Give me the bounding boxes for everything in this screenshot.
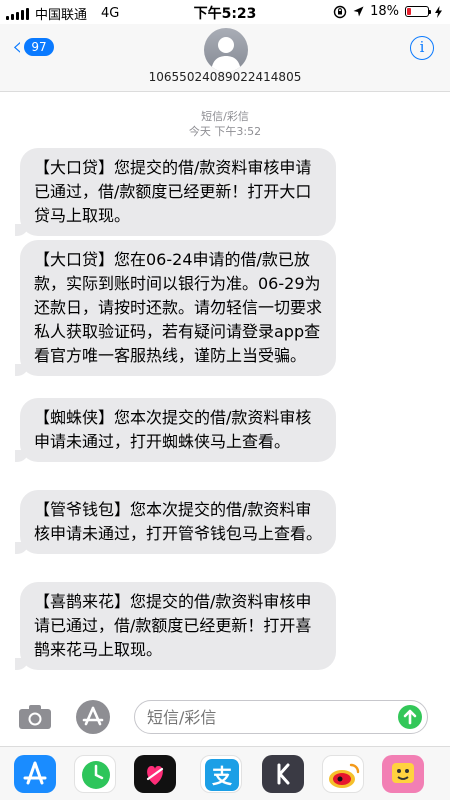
thread-timestamp: 今天 下午3:52 xyxy=(188,125,262,138)
message-bubble[interactable]: 【大口贷】您提交的借/款资料审核申请已通过，借/款额度已经更新！打开大口贷马上取… xyxy=(15,148,336,236)
bubble-tail xyxy=(15,224,29,236)
battery-fill xyxy=(407,8,411,15)
sticker-app-icon[interactable] xyxy=(382,755,424,793)
message-bubble[interactable]: 【喜鹊来花】您提交的借/款资料审核申请已通过，借/款额度已经更新！打开喜鹊来花马… xyxy=(15,582,336,670)
clock-icon[interactable] xyxy=(74,755,116,793)
charging-icon xyxy=(435,5,442,18)
message-bubble[interactable]: 【管爷钱包】您本次提交的借/款资料审核申请未通过，打开管爷钱包马上查看。 xyxy=(15,490,336,554)
bubble-tail xyxy=(15,364,29,376)
lock-rotation-icon xyxy=(333,5,347,18)
message-text: 【喜鹊来花】您提交的借/款资料审核申请已通过，借/款额度已经更新！打开喜鹊来花马… xyxy=(34,592,312,659)
message-text: 【大口贷】您提交的借/款资料审核申请已通过，借/款额度已经更新！打开大口贷马上取… xyxy=(34,158,312,225)
battery-icon xyxy=(405,6,431,17)
status-right: 18% xyxy=(333,4,442,19)
app-store-icon[interactable] xyxy=(14,755,56,793)
imessage-app-drawer: 支 xyxy=(0,746,450,800)
bubble-tail xyxy=(15,450,29,462)
camera-icon[interactable] xyxy=(18,704,52,730)
app-store-icon[interactable] xyxy=(76,700,110,734)
alipay-icon[interactable]: 支 xyxy=(200,755,242,793)
svg-text:支: 支 xyxy=(212,764,233,788)
bubble-tail xyxy=(15,658,29,670)
message-bubble[interactable]: 【大口贷】您在06-24申请的借/款已放款，实际到账时间以银行为准。06-29为… xyxy=(15,240,336,376)
message-text: 【蜘蛛侠】您本次提交的借/款资料审核申请未通过，打开蜘蛛侠马上查看。 xyxy=(34,408,312,451)
message-text: 【管爷钱包】您本次提交的借/款资料审核申请未通过，打开管爷钱包马上查看。 xyxy=(34,500,323,543)
contact-number[interactable]: 10655024089022414805 xyxy=(0,70,450,84)
location-icon xyxy=(353,6,364,17)
k-app-icon[interactable] xyxy=(262,755,304,793)
service-label: 短信/彩信 xyxy=(201,110,249,123)
weibo-icon[interactable] xyxy=(322,755,364,793)
info-icon[interactable]: i xyxy=(410,36,434,60)
battery-percent: 18% xyxy=(370,4,399,19)
bubble-tail xyxy=(15,542,29,554)
back-chevron-icon: ‹ xyxy=(12,32,23,62)
conversation-header: ‹ 97 10655024089022414805 i xyxy=(0,24,450,92)
compose-bar xyxy=(0,694,450,746)
unread-count-badge: 97 xyxy=(24,38,54,56)
digital-touch-icon[interactable] xyxy=(134,755,176,793)
avatar-silhouette xyxy=(211,37,241,72)
message-bubble[interactable]: 【蜘蛛侠】您本次提交的借/款资料审核申请未通过，打开蜘蛛侠马上查看。 xyxy=(15,398,336,462)
send-arrow-icon[interactable] xyxy=(398,705,422,729)
status-bar: 中国联通 4G 下午5:23 18% xyxy=(0,0,450,24)
avatar-icon[interactable] xyxy=(204,28,248,72)
message-text: 【大口贷】您在06-24申请的借/款已放款，实际到账时间以银行为准。06-29为… xyxy=(34,250,323,365)
message-input[interactable] xyxy=(134,700,428,734)
back-button[interactable]: ‹ 97 xyxy=(12,32,54,62)
